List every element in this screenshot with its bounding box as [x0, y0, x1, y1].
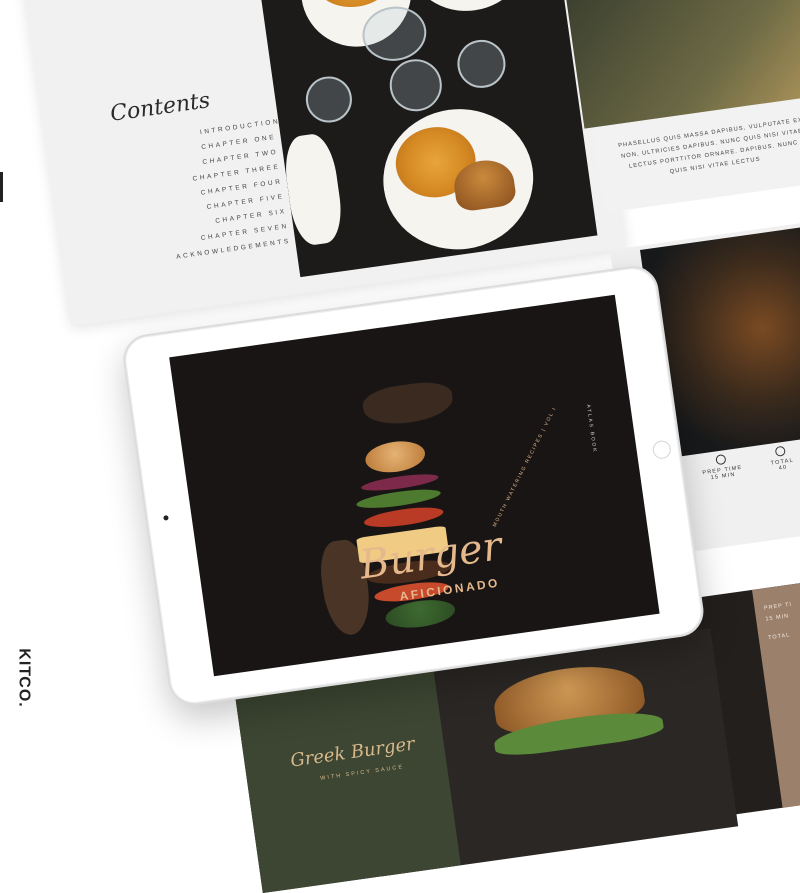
food-table-photo [260, 0, 598, 278]
glass-image [386, 55, 446, 115]
subtitle-arc: MOUTH WATERING RECIPES | VOL I [491, 405, 559, 529]
camera-icon [163, 515, 169, 521]
bottom-right-stats: PREP TI 15 MIN TOTAL [763, 597, 800, 645]
total-time-value: 40 [778, 464, 788, 472]
glass-image [454, 36, 509, 92]
hand-image [360, 378, 456, 429]
logo-line: CO. [15, 676, 33, 708]
logo-line: KIT [15, 648, 33, 678]
tablet-device: MOUTH WATERING RECIPES | VOL I ATLAS BOO… [120, 262, 707, 709]
vertical-label: ATLAS BOOK [584, 404, 598, 454]
edge-mark [0, 172, 3, 202]
clock-icon [775, 445, 787, 457]
clock-icon [715, 453, 727, 466]
glass-image [302, 73, 355, 126]
tablet-screen: MOUTH WATERING RECIPES | VOL I ATLAS BOO… [169, 294, 660, 677]
bottom-green-panel [235, 667, 461, 893]
bottom-layer-image [383, 596, 457, 632]
top-bun-image [363, 437, 428, 476]
home-button[interactable] [651, 439, 672, 460]
brand-logo: KIT CO. [8, 648, 39, 711]
